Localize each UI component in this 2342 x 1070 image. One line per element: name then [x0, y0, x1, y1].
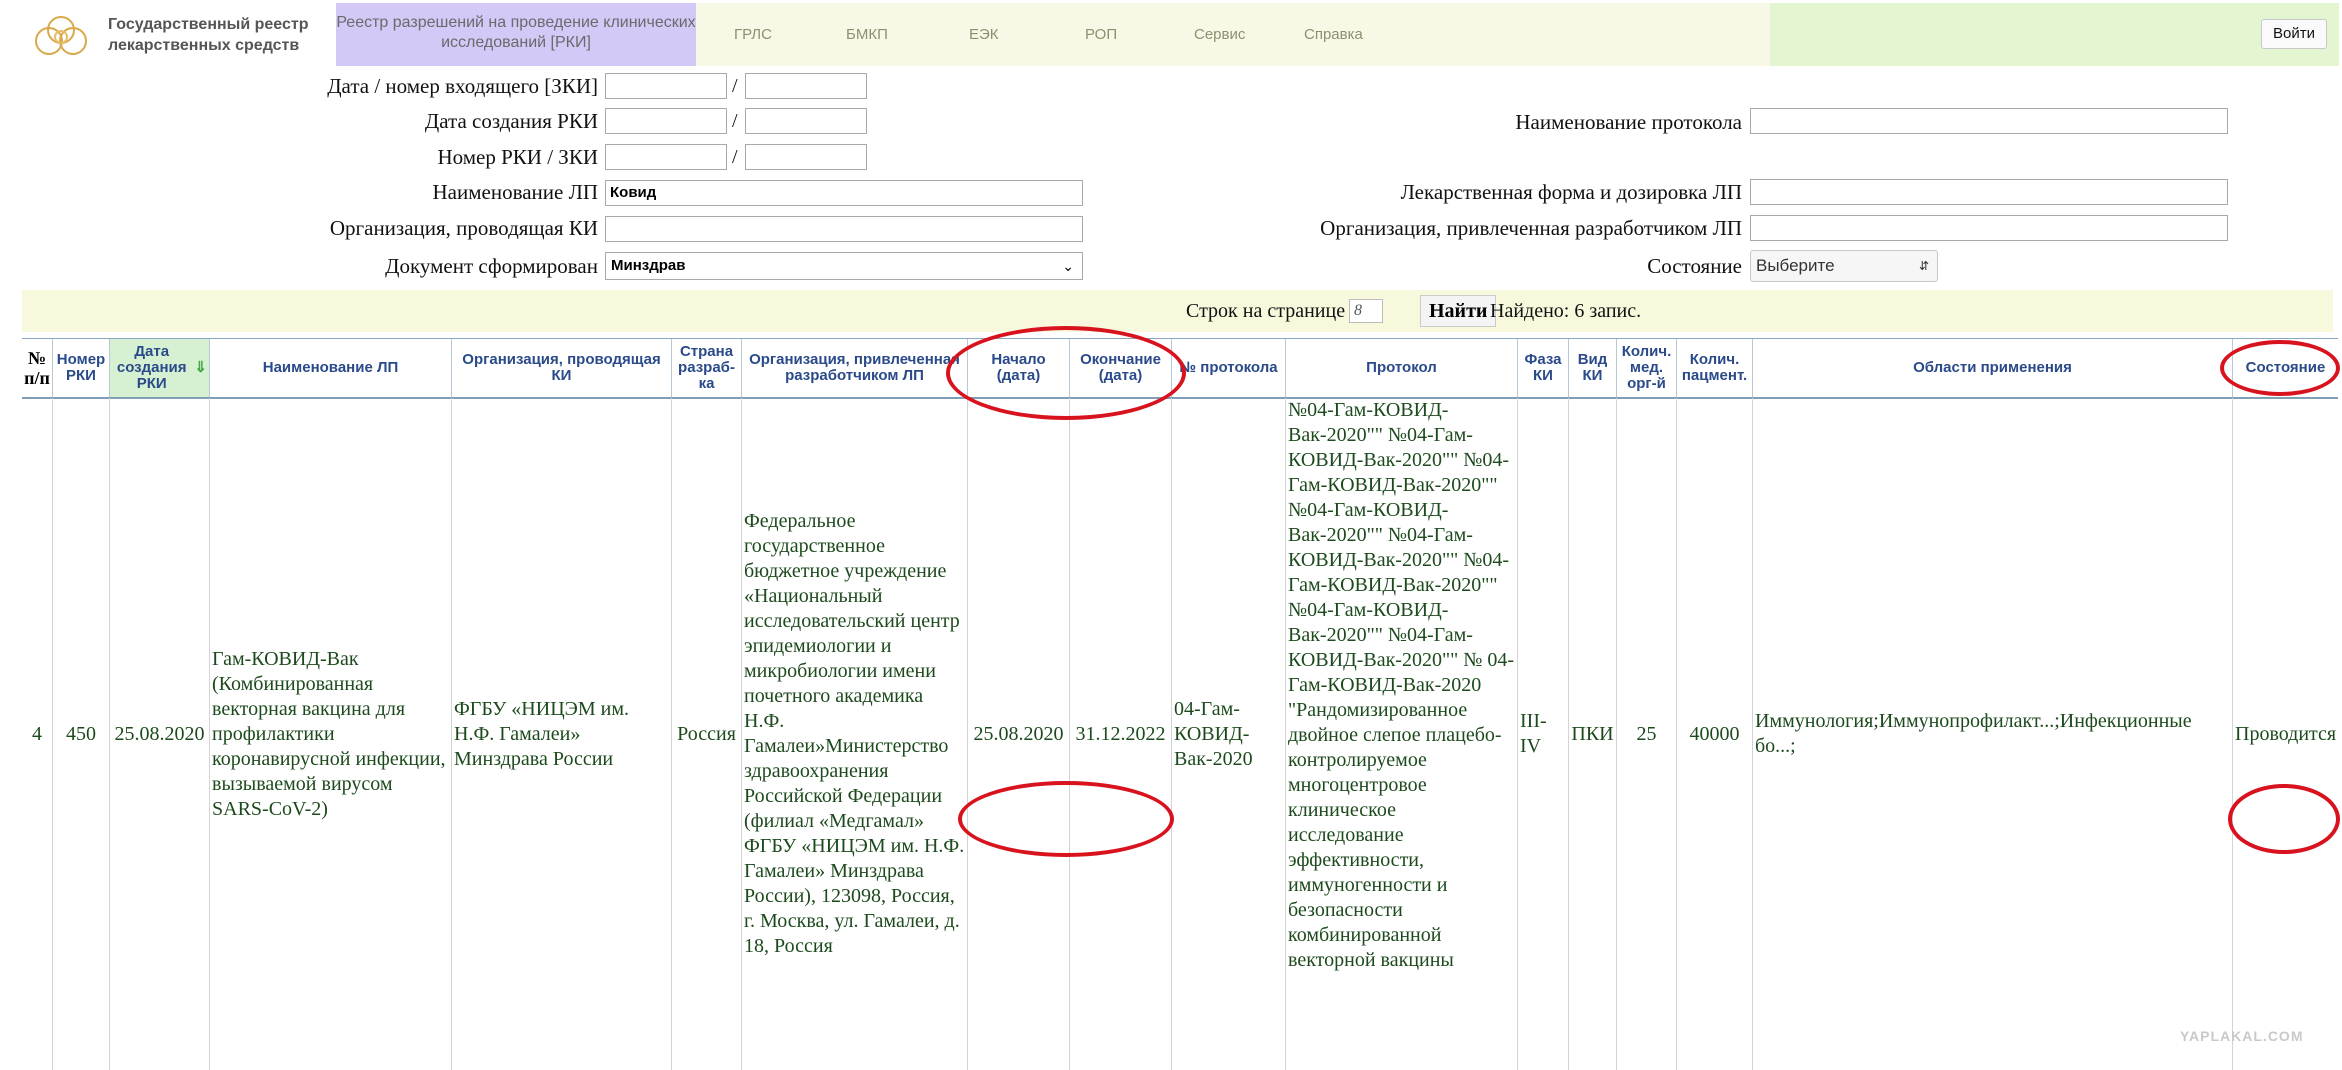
- separator: /: [732, 75, 738, 97]
- drug-name-input[interactable]: Ковид: [605, 180, 1083, 206]
- col-header-start[interactable]: Начало (дата): [967, 339, 1069, 397]
- cell-protocol: №04-Гам-КОВИД-Вак-2020"" №04-Гам-КОВИД-В…: [1285, 398, 1517, 1070]
- tab-help[interactable]: Справка: [1304, 3, 1363, 66]
- number-label: Номер РКИ / ЗКИ: [437, 145, 598, 169]
- cell-status: Проводится: [2232, 398, 2338, 1070]
- protocol-label: Наименование протокола: [1515, 110, 1742, 134]
- col-header-patients[interactable]: Колич. пацмент.: [1676, 339, 1752, 397]
- col-header-protocol[interactable]: Протокол: [1285, 339, 1517, 397]
- col-header-end[interactable]: Окончание (дата): [1069, 339, 1171, 397]
- col-header-kind[interactable]: Вид КИ: [1568, 339, 1616, 397]
- col-header-areas[interactable]: Области применения: [1752, 339, 2232, 397]
- created-from-input[interactable]: [605, 108, 727, 134]
- zki-number-input[interactable]: [745, 144, 867, 170]
- rows-per-page-input[interactable]: 8: [1349, 299, 1383, 323]
- tab-rop[interactable]: РОП: [1085, 3, 1117, 66]
- col-header-med-orgs[interactable]: Колич. мед. орг-й: [1616, 339, 1676, 397]
- rki-number-input[interactable]: [605, 144, 727, 170]
- org-label: Организация, проводящая КИ: [329, 216, 598, 240]
- cell-num: 4: [32, 722, 42, 745]
- org-input[interactable]: [605, 216, 1083, 242]
- col-header-org[interactable]: Организация, проводящая КИ: [451, 339, 671, 397]
- status-label: Состояние: [1647, 254, 1742, 278]
- col-header-created[interactable]: Дата создания РКИ ⇓: [109, 339, 209, 397]
- find-button[interactable]: Найти: [1420, 295, 1497, 327]
- sort-arrow-icon: ⇓: [194, 359, 207, 376]
- col-header-dev-org[interactable]: Организация, привлеченная разработчиком …: [741, 339, 967, 397]
- tab-eek[interactable]: ЕЭК: [969, 3, 999, 66]
- col-header-phase[interactable]: Фаза КИ: [1517, 339, 1568, 397]
- drug-name-label: Наименование ЛП: [432, 180, 599, 204]
- incoming-date-input[interactable]: [605, 73, 727, 99]
- cell-drug-name: Гам-КОВИД-Вак (Комбинированная векторная…: [209, 398, 451, 1070]
- nav-login-area: Войти: [1770, 3, 2339, 66]
- doc-select[interactable]: Минздрав ⌄: [605, 252, 1083, 280]
- dosage-label: Лекарственная форма и дозировка ЛП: [1400, 180, 1742, 204]
- cell-rki-number: 450: [52, 398, 109, 1070]
- col-header-rki-number[interactable]: Номер РКИ: [52, 339, 109, 397]
- results-table-header: № п/п Номер РКИ Дата создания РКИ ⇓ Наиме…: [22, 338, 2338, 399]
- separator: /: [732, 110, 738, 132]
- col-header-drug-name[interactable]: Наименование ЛП: [209, 339, 451, 397]
- separator: /: [732, 146, 738, 168]
- cell-patients: 40000: [1676, 398, 1752, 1070]
- cell-kind: ПКИ: [1568, 398, 1616, 1070]
- cell-med-orgs: 25: [1616, 398, 1676, 1070]
- cell-start-date: 25.08.2020: [967, 398, 1069, 1070]
- cell-phase: III-IV: [1517, 398, 1568, 1070]
- status-select[interactable]: Выберите ⇵: [1750, 250, 1938, 282]
- login-button[interactable]: Войти: [2261, 19, 2327, 49]
- cell-country: Россия: [671, 398, 741, 1070]
- created-to-input[interactable]: [745, 108, 867, 134]
- main-nav: Реестр разрешений на проведение клиничес…: [336, 3, 2339, 66]
- created-label: Дата создания РКИ: [424, 109, 598, 133]
- cell-created: 25.08.2020: [109, 398, 209, 1070]
- brand-title: Государственный реестр лекарственных сре…: [108, 16, 309, 54]
- col-header-country[interactable]: Страна разраб-ка: [671, 339, 741, 397]
- rows-per-page-label: Строк на странице: [1186, 300, 1346, 322]
- cell-org: ФГБУ «НИЦЭМ им. Н.Ф. Гамалеи» Минздрава …: [451, 398, 671, 1070]
- doc-label: Документ сформирован: [385, 254, 598, 278]
- col-header-protocol-no[interactable]: № протокола: [1171, 339, 1285, 397]
- doc-select-value: Минздрав: [611, 257, 686, 274]
- tab-service[interactable]: Сервис: [1194, 3, 1245, 66]
- status-select-value: Выберите: [1756, 256, 1835, 275]
- search-bar: Строк на странице 8 Найти Найдено: 6 зап…: [22, 290, 2333, 332]
- dosage-input[interactable]: [1750, 179, 2228, 205]
- top-bar: Государственный реестр лекарственных сре…: [0, 0, 2342, 67]
- brand[interactable]: Государственный реестр лекарственных сре…: [28, 6, 338, 64]
- incoming-number-input[interactable]: [745, 73, 867, 99]
- cell-areas: Иммунология;Иммунопрофилакт...;Инфекцион…: [1752, 398, 2232, 1070]
- tab-rki-registry[interactable]: Реестр разрешений на проведение клиничес…: [336, 3, 696, 66]
- chevron-down-icon: ⌄: [1062, 258, 1074, 274]
- incoming-label: Дата / номер входящего [ЗКИ]: [327, 74, 598, 98]
- dev-org-label: Организация, привлеченная разработчиком …: [1320, 216, 1742, 240]
- tab-bmkp[interactable]: БМКП: [846, 3, 888, 66]
- watermark: YAPLAKAL.COM: [2180, 1028, 2304, 1044]
- protocol-input[interactable]: [1750, 108, 2228, 134]
- updown-arrows-icon: ⇵: [1918, 259, 1929, 273]
- registry-logo-icon: [35, 16, 87, 55]
- col-header-status[interactable]: Состояние: [2232, 339, 2338, 397]
- cell-dev-org: Федеральное государственное бюджетное уч…: [741, 398, 967, 1070]
- table-row[interactable]: 4 450 25.08.2020 Гам-КОВИД-Вак (Комбинир…: [22, 398, 2338, 1070]
- cell-protocol-no: 04-Гам-КОВИД-Вак-2020: [1171, 398, 1285, 1070]
- found-count: Найдено: 6 запис.: [1490, 300, 1642, 322]
- col-header-num: № п/п: [24, 348, 50, 388]
- tab-grls[interactable]: ГРЛС: [734, 3, 772, 66]
- cell-end-date: 31.12.2022: [1069, 398, 1171, 1070]
- dev-org-input[interactable]: [1750, 215, 2228, 241]
